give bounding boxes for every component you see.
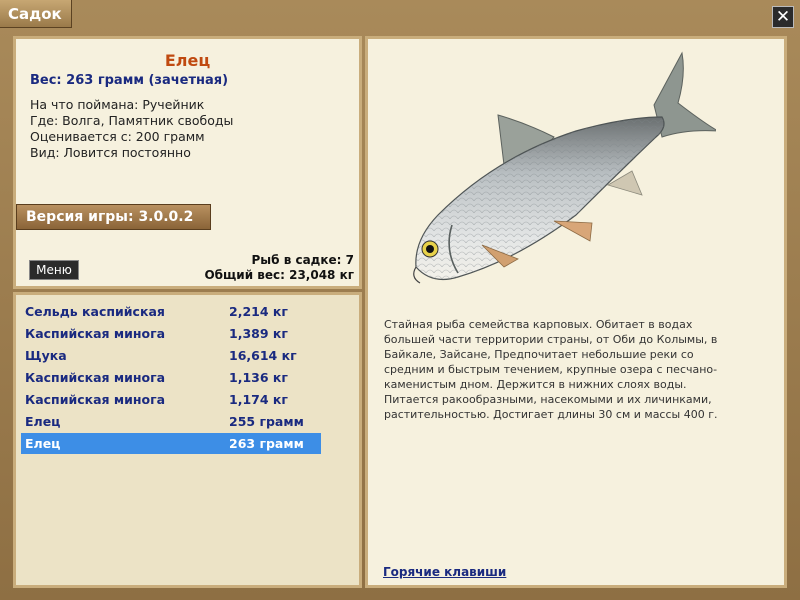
catch-fish-weight: 1,174 кг — [229, 392, 288, 407]
total-weight: Общий вес: 23,048 кг — [204, 268, 354, 282]
menu-button[interactable]: Меню — [29, 260, 79, 280]
catch-fish-weight: 255 грамм — [229, 414, 304, 429]
keepnet-stats: Рыб в садке: 7 Общий вес: 23,048 кг — [204, 253, 354, 283]
catch-fish-weight: 16,614 кг — [229, 348, 297, 363]
species-frequency: Вид: Ловится постоянно — [30, 145, 191, 160]
fish-info-panel: Елец Вес: 263 грамм (зачетная) На что по… — [13, 36, 362, 289]
caught-with: На что поймана: Ручейник — [30, 97, 205, 112]
hotkeys-link[interactable]: Горячие клавиши — [383, 565, 506, 579]
caught-where: Где: Волга, Памятник свободы — [30, 113, 234, 128]
catch-list-row[interactable]: Щука 16,614 кг — [21, 345, 321, 366]
catch-fish-name: Каспийская минога — [25, 326, 166, 341]
catch-list-row[interactable]: Сельдь каспийская 2,214 кг — [21, 301, 321, 322]
catch-fish-name: Каспийская минога — [25, 370, 166, 385]
catch-list-row[interactable]: Каспийская минога 1,136 кг — [21, 367, 321, 388]
window-title: Садок — [0, 0, 72, 28]
catch-fish-weight: 2,214 кг — [229, 304, 288, 319]
catch-list-panel: Сельдь каспийская 2,214 кг Каспийская мино… — [13, 292, 362, 588]
catch-fish-name: Елец — [25, 414, 61, 429]
catch-list-row[interactable]: Каспийская минога 1,174 кг — [21, 389, 321, 410]
close-button[interactable]: ✕ — [772, 6, 794, 28]
catch-fish-weight: 263 грамм — [229, 436, 304, 451]
catch-fish-name: Елец — [25, 436, 61, 451]
game-version: Версия игры: 3.0.0.2 — [16, 204, 211, 230]
fish-detail-panel: Стайная рыба семейства карповых. Обитает… — [365, 36, 787, 588]
catch-fish-name: Каспийская минога — [25, 392, 166, 407]
catch-list-row[interactable]: Каспийская минога 1,389 кг — [21, 323, 321, 344]
fish-count: Рыб в садке: 7 — [251, 253, 355, 267]
min-weight: Оценивается с: 200 грамм — [30, 129, 205, 144]
catch-fish-name: Сельдь каспийская — [25, 304, 165, 319]
window-frame: Садок ✕ Елец Вес: 263 грамм (зачетная) Н… — [0, 0, 800, 600]
fish-info-lines: На что поймана: Ручейник Где: Волга, Пам… — [30, 97, 233, 161]
catch-list-row[interactable]: Елец 263 грамм — [21, 433, 321, 454]
fish-image — [413, 51, 716, 284]
catch-list-row[interactable]: Елец 255 грамм — [21, 411, 321, 432]
fish-weight: Вес: 263 грамм (зачетная) — [30, 73, 229, 88]
catch-fish-weight: 1,389 кг — [229, 326, 288, 341]
catch-fish-name: Щука — [25, 348, 67, 363]
fish-description: Стайная рыба семейства карповых. Обитает… — [384, 318, 718, 421]
fish-name-heading: Елец — [164, 51, 211, 70]
catch-fish-weight: 1,136 кг — [229, 370, 288, 385]
